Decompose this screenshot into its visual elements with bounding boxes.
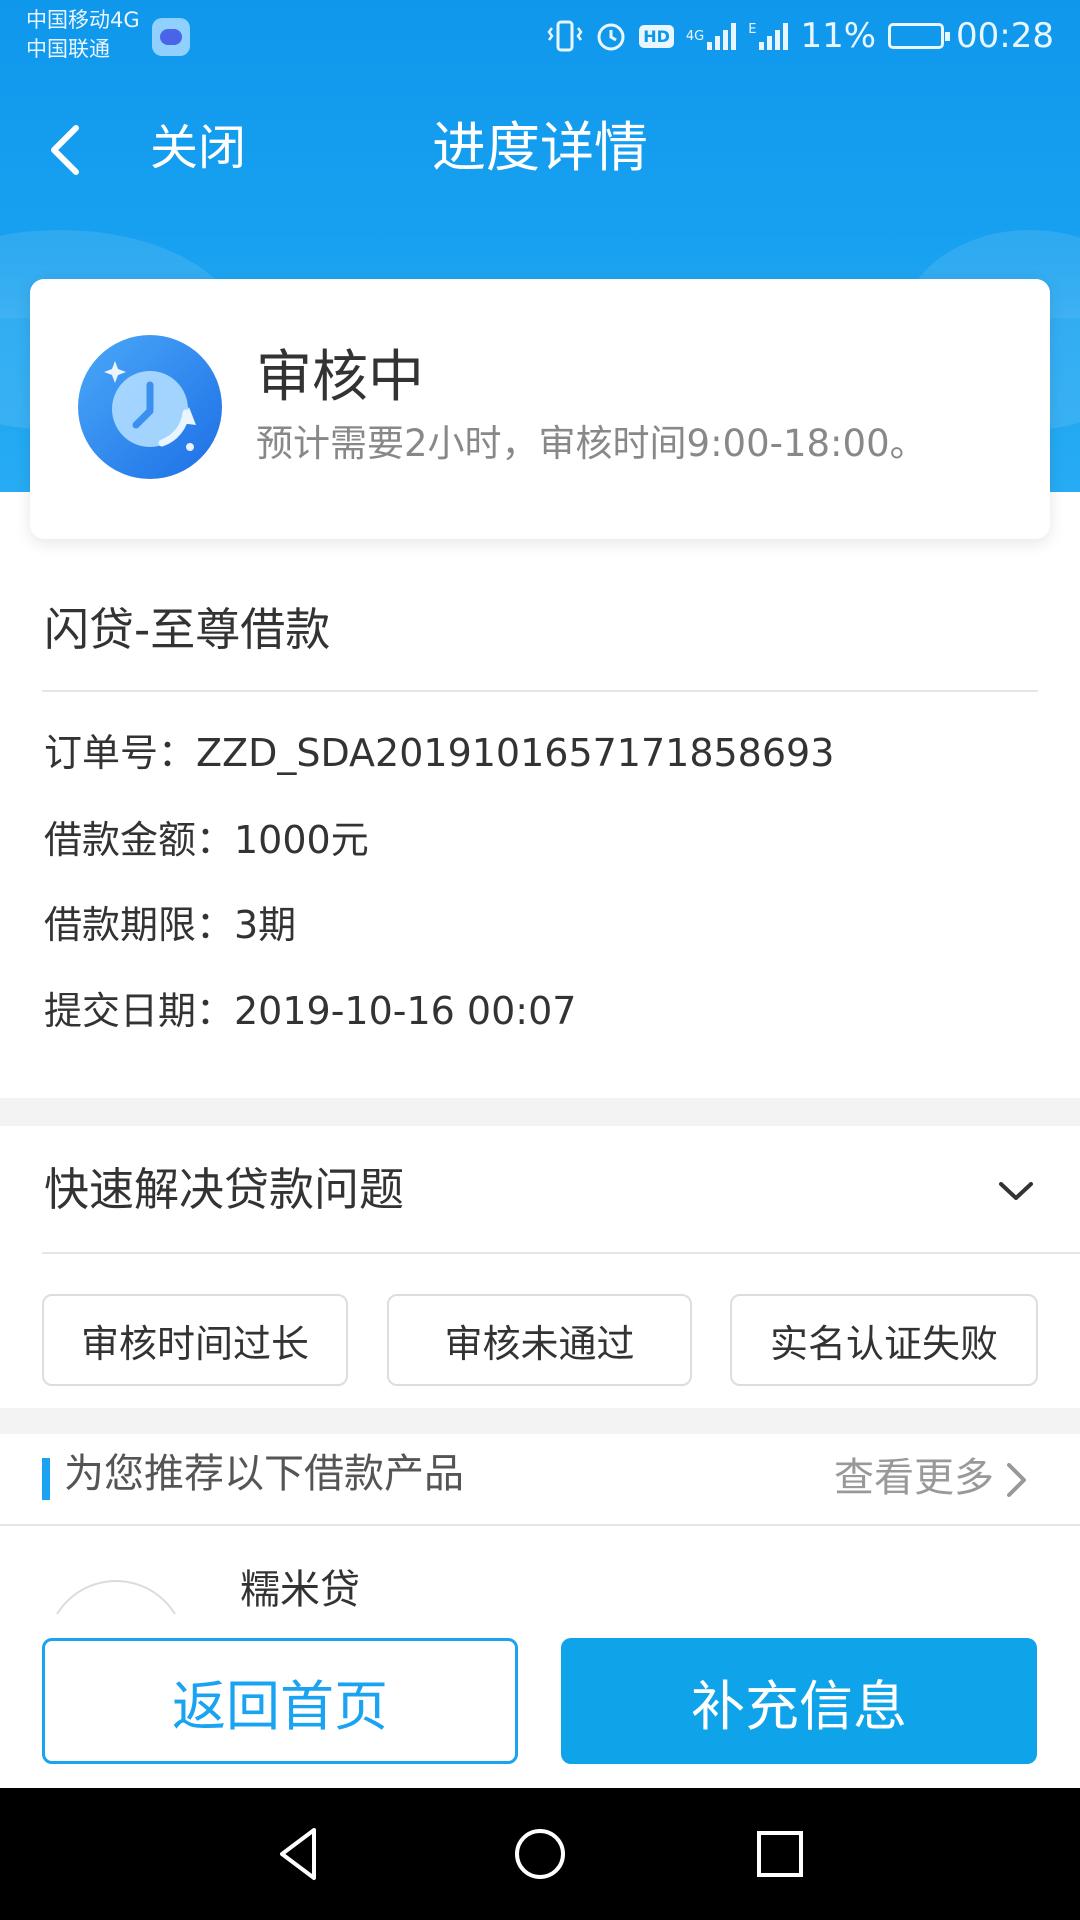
carrier-2: 中国联通 (26, 37, 110, 61)
section-gap (0, 1098, 1080, 1126)
vibrate-icon (547, 19, 583, 53)
signal-icon: 4G (686, 22, 737, 50)
divider (42, 690, 1038, 692)
recents-square-icon[interactable] (750, 1824, 810, 1884)
loan-amount: 借款金额：1000元 (44, 818, 369, 862)
chevron-right-icon[interactable] (1004, 1460, 1030, 1500)
faq-chips: 审核时间过长 审核未通过 实名认证失败 (42, 1294, 1038, 1386)
clock-refresh-icon (78, 335, 222, 479)
carrier-info: 中国移动4G 中国联通 (26, 6, 140, 64)
status-indicators: HD 4G E 11% 00:28 (547, 16, 1054, 56)
system-nav-bar (0, 1788, 1080, 1920)
recommend-title: 为您推荐以下借款产品 (64, 1451, 464, 1497)
alarm-icon (595, 20, 627, 52)
section-gap (0, 1408, 1080, 1434)
supplement-info-button[interactable]: 补充信息 (561, 1638, 1037, 1764)
section-accent-bar (42, 1458, 50, 1500)
battery-percent: 11% (800, 16, 877, 56)
divider (0, 1524, 1080, 1526)
review-status-card: 审核中 预计需要2小时，审核时间9:00-18:00。 (30, 279, 1050, 539)
status-description: 预计需要2小时，审核时间9:00-18:00。 (256, 422, 927, 465)
chip-review-too-long[interactable]: 审核时间过长 (42, 1294, 348, 1386)
recommended-product-name[interactable]: 糯米贷 (240, 1563, 360, 1617)
back-triangle-icon[interactable] (270, 1824, 330, 1884)
hd-badge: HD (639, 24, 674, 48)
chip-realname-failed[interactable]: 实名认证失败 (730, 1294, 1038, 1386)
view-more-link[interactable]: 查看更多 (834, 1450, 994, 1506)
app-notification-icon (152, 18, 190, 56)
divider (42, 1252, 1080, 1254)
order-number: 订单号：ZZD_SDA20191016571718586​93 (44, 731, 835, 775)
carrier-1: 中国移动4G (26, 8, 140, 32)
chip-review-failed[interactable]: 审核未通过 (387, 1294, 692, 1386)
bottom-action-bar: 返回首页 补充信息 (0, 1614, 1080, 1788)
loan-product-name: 闪贷-至尊借款 (44, 603, 331, 656)
chevron-down-icon[interactable] (996, 1176, 1036, 1206)
page-title: 进度详情 (432, 116, 648, 179)
nav-bar: 关闭 进度详情 (0, 96, 1080, 206)
back-home-button[interactable]: 返回首页 (42, 1638, 518, 1764)
home-circle-icon[interactable] (510, 1824, 570, 1884)
submit-date: 提交日期：2019-10-16 00:07 (44, 989, 577, 1033)
clock-time: 00:28 (956, 16, 1054, 56)
signal-icon: E (748, 22, 789, 50)
loan-term: 借款期限：3期 (44, 903, 297, 947)
battery-icon (888, 23, 951, 49)
status-bar: 中国移动4G 中国联通 HD 4G E 11% 00:28 (0, 0, 1080, 72)
status-title: 审核中 (256, 345, 424, 410)
faq-title[interactable]: 快速解决贷款问题 (44, 1160, 404, 1220)
